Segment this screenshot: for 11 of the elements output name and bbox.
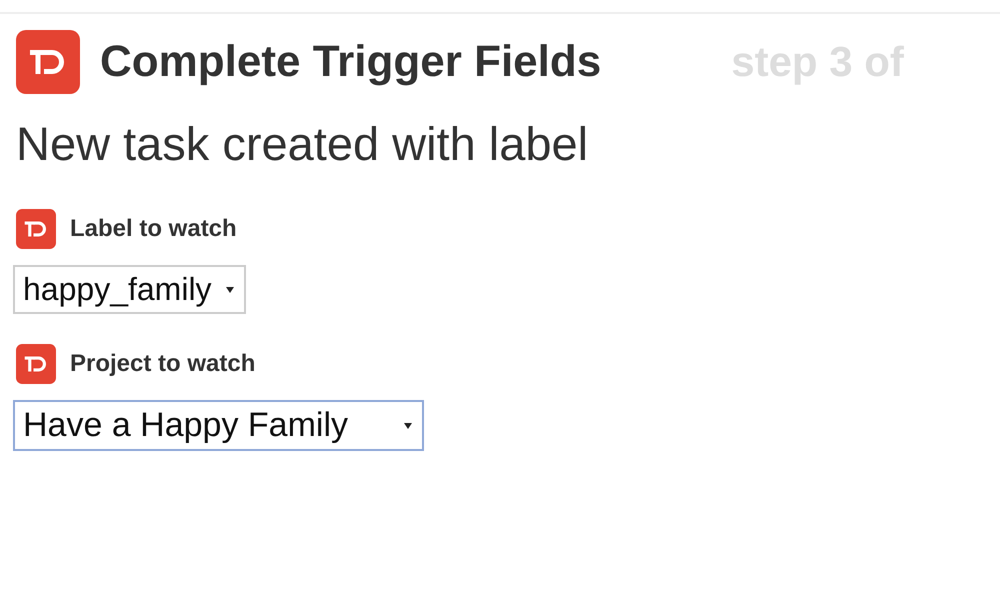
field-label: Label to watch [70,215,237,243]
app-logo-icon [16,344,56,384]
dropdown-field[interactable]: Have a Happy Family [13,400,424,451]
dropdown-field[interactable]: happy_family [13,265,246,314]
trigger-name: New task created with label [16,116,590,171]
caret-icon [226,286,234,292]
app-logo-icon [16,209,56,249]
field-label: Project to watch [70,350,256,378]
page-title: Complete Trigger Fields [100,37,602,87]
caret-icon [404,422,412,428]
app-logo-icon [16,30,80,94]
